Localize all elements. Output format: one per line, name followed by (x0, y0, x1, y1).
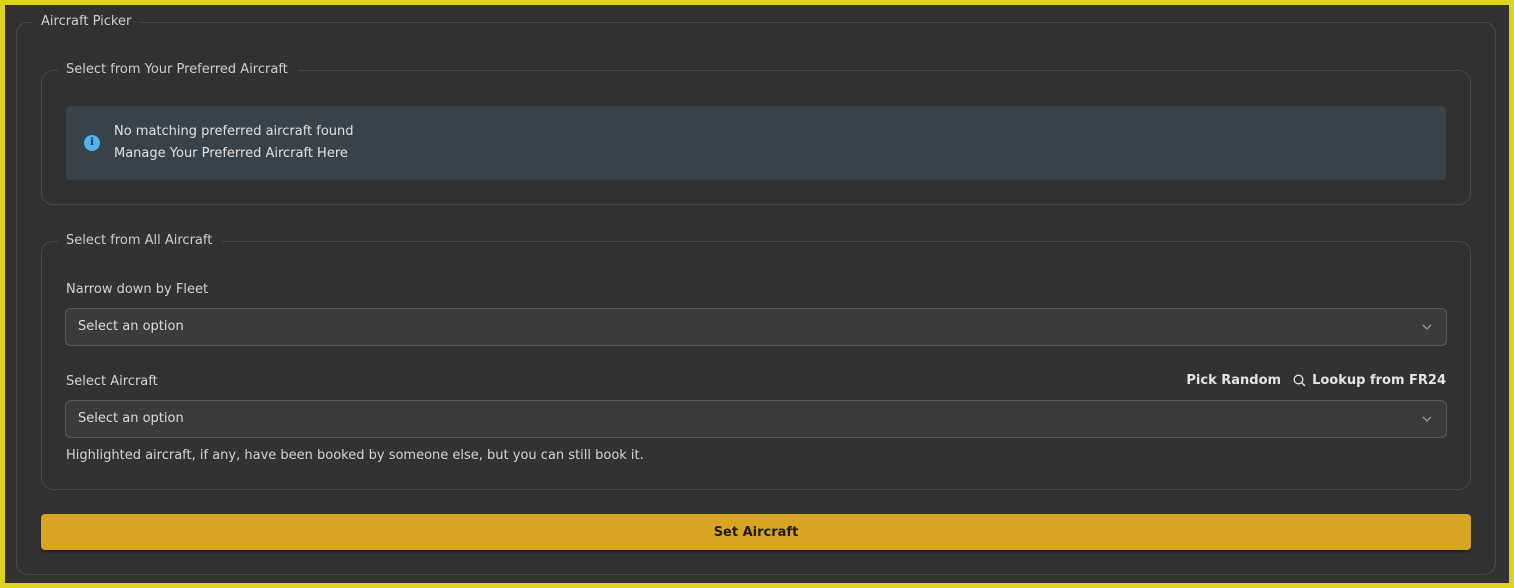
no-preferred-alert: i No matching preferred aircraft found M… (66, 106, 1446, 180)
lookup-fr24-button[interactable]: Lookup from FR24 (1293, 373, 1446, 388)
info-icon: i (84, 135, 100, 151)
chevron-down-icon (1422, 324, 1432, 330)
manage-preferred-link[interactable]: Manage Your Preferred Aircraft Here (114, 146, 348, 161)
fleet-select-value: Select an option (78, 319, 184, 334)
fleet-label: Narrow down by Fleet (66, 282, 209, 297)
chevron-down-icon (1422, 416, 1432, 422)
set-aircraft-button[interactable]: Set Aircraft (41, 514, 1471, 550)
aircraft-picker-legend: Aircraft Picker (33, 14, 142, 30)
aircraft-label: Select Aircraft (66, 374, 158, 389)
aircraft-select[interactable]: Select an option (65, 400, 1447, 438)
pick-random-button[interactable]: Pick Random (1186, 373, 1281, 388)
preferred-aircraft-legend: Select from Your Preferred Aircraft (58, 62, 298, 78)
aircraft-actions: Pick Random Lookup from FR24 (1186, 373, 1446, 388)
search-icon (1293, 374, 1306, 387)
alert-title: No matching preferred aircraft found (114, 124, 354, 139)
lookup-fr24-label: Lookup from FR24 (1312, 373, 1446, 388)
aircraft-select-value: Select an option (78, 411, 184, 426)
all-aircraft-legend: Select from All Aircraft (58, 233, 223, 249)
pick-random-label: Pick Random (1186, 373, 1282, 388)
booking-hint: Highlighted aircraft, if any, have been … (66, 448, 644, 463)
fleet-select[interactable]: Select an option (65, 308, 1447, 346)
